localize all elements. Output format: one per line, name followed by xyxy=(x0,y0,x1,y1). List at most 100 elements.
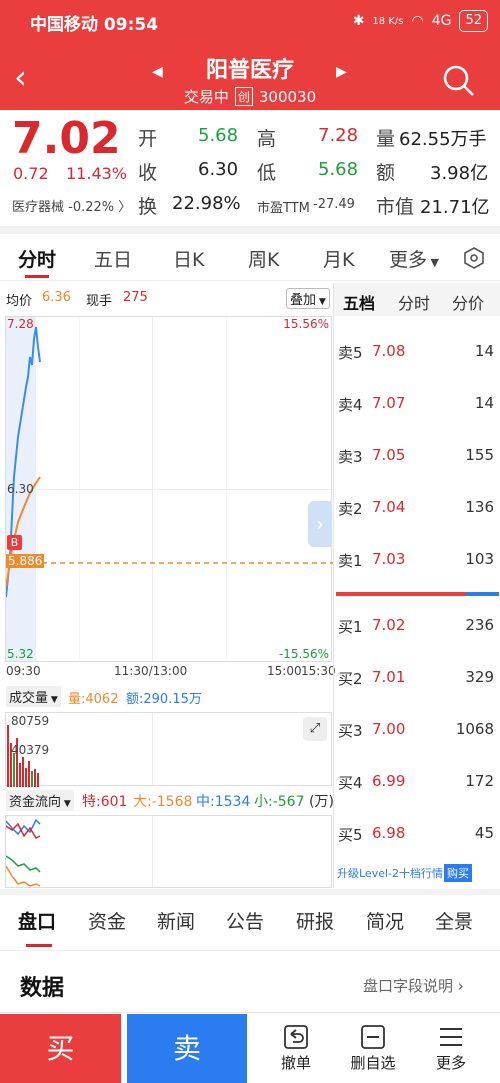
caret-down-icon: ▼ xyxy=(427,256,439,269)
ask-volume: 14 xyxy=(474,394,494,412)
clock: 09:54 xyxy=(103,15,159,35)
tab-news[interactable]: 新闻 xyxy=(157,907,195,934)
volume-selector-label: 成交量 xyxy=(9,691,49,706)
intraday-chart[interactable]: 7.28 6.30 5.32 15.56% -15.56% B 5.886 › xyxy=(5,316,333,662)
tab-more[interactable]: 更多 ▼ xyxy=(389,245,439,272)
pe-label: 市盈TTM xyxy=(257,201,310,216)
high-label: 高 xyxy=(257,128,277,150)
bid-volume: 236 xyxy=(465,616,494,634)
trade-status: 交易中 xyxy=(183,88,229,106)
tab-monthly-k[interactable]: 月K xyxy=(323,245,354,272)
more-label: 更多 xyxy=(389,249,428,271)
bid-row[interactable]: 买5 6.98 45 xyxy=(334,824,494,848)
ask-row[interactable]: 卖5 7.08 14 xyxy=(334,342,494,366)
ask-row[interactable]: 卖4 7.07 14 xyxy=(334,394,494,418)
chevron-right-icon: 〉 xyxy=(118,200,132,215)
buy-button[interactable]: 买 xyxy=(0,1014,121,1083)
buy-level2-button[interactable]: 购买 xyxy=(444,864,472,882)
open-value: 5.68 xyxy=(198,125,239,146)
volume-mid: 40379 xyxy=(11,743,50,757)
level2-upgrade-link[interactable]: 升级Level-2十档行情 xyxy=(337,865,443,881)
price-change: 0.72 xyxy=(13,164,49,183)
hand-value: 275 xyxy=(123,290,148,305)
tab-daily-k[interactable]: 日K xyxy=(173,245,204,272)
caret-down-icon: ▼ xyxy=(61,799,71,809)
bid-price: 6.99 xyxy=(372,772,406,790)
wifi-icon: ◠ xyxy=(411,13,424,29)
tab-overview[interactable]: 全景 xyxy=(435,907,473,934)
signal-label: 4G xyxy=(431,13,452,29)
flow-small: 小:-567 xyxy=(254,794,305,810)
remove-favorite-label: 删自选 xyxy=(350,1054,396,1072)
book-tab-ticks[interactable]: 分时 xyxy=(398,290,430,314)
book-tab-level5[interactable]: 五档 xyxy=(343,290,375,314)
flow-chart[interactable] xyxy=(5,815,332,888)
divider xyxy=(0,1012,500,1013)
carrier-label: 中国移动 xyxy=(30,15,98,35)
bid-volume: 172 xyxy=(465,772,494,790)
tab-5day[interactable]: 五日 xyxy=(94,245,132,272)
tab-order-summary[interactable]: 盘口 xyxy=(18,907,56,934)
stock-subtitle: 交易中 创 300030 xyxy=(150,86,350,107)
mcap-value: 21.71亿 xyxy=(420,197,490,218)
ask-row[interactable]: 卖3 7.05 155 xyxy=(334,446,494,470)
ask-price: 7.08 xyxy=(372,342,406,360)
tab-intraday[interactable]: 分时 xyxy=(18,245,56,272)
divider xyxy=(0,950,500,951)
settings-hexagon-icon[interactable] xyxy=(462,246,486,270)
time-close: 15:00 xyxy=(267,664,302,678)
more-button[interactable]: 更多 xyxy=(410,1014,492,1083)
status-icons: ✱ 18 K/s ◠ 4G 52 xyxy=(353,10,488,32)
high-value: 7.28 xyxy=(318,125,359,146)
undo-icon xyxy=(284,1025,308,1049)
volume-selector[interactable]: 成交量 ▼ xyxy=(6,686,61,707)
book-tab-price-dist[interactable]: 分价 xyxy=(452,290,484,314)
buy-marker: B xyxy=(7,535,22,550)
bid-row[interactable]: 买1 7.02 236 xyxy=(334,616,494,640)
order-book: 五档 分时 分价 卖5 7.08 14 卖4 7.07 14 卖3 7.05 1… xyxy=(333,283,500,888)
search-icon[interactable] xyxy=(442,64,476,98)
sell-button[interactable]: 卖 xyxy=(127,1014,247,1083)
cancel-order-button[interactable]: 撤单 xyxy=(255,1014,337,1083)
caret-down-icon: ▼ xyxy=(48,695,58,705)
ask-volume: 155 xyxy=(465,446,494,464)
current-price: 7.02 xyxy=(12,113,121,164)
bid-label: 买1 xyxy=(338,618,363,636)
pct-axis-bottom: -15.56% xyxy=(278,647,329,661)
minus-box-icon xyxy=(361,1025,385,1049)
sector-text: 医疗器械 -0.22% xyxy=(12,200,115,215)
remove-favorite-button[interactable]: 删自选 xyxy=(332,1014,414,1083)
close-label: 收 xyxy=(138,162,158,184)
fullscreen-icon[interactable]: ⤢ xyxy=(303,717,327,741)
overlay-button[interactable]: 叠加 ▼ xyxy=(286,288,330,309)
menu-icon xyxy=(440,1028,462,1046)
field-help-link[interactable]: 盘口字段说明 › xyxy=(363,975,464,996)
bid-row[interactable]: 买4 6.99 172 xyxy=(334,772,494,796)
tab-profile[interactable]: 简况 xyxy=(366,907,404,934)
ask-price: 7.04 xyxy=(372,498,406,516)
ask-label: 卖4 xyxy=(338,396,363,414)
volume-chart[interactable]: 80759 40379 ⤢ xyxy=(5,712,332,787)
flow-unit: (万) xyxy=(309,794,334,810)
ask-row[interactable]: 卖1 7.03 103 xyxy=(334,550,494,574)
caret-down-icon: ▼ xyxy=(316,297,326,307)
bid-row[interactable]: 买2 7.01 329 xyxy=(334,668,494,692)
tab-weekly-k[interactable]: 周K xyxy=(248,245,279,272)
back-icon[interactable]: ‹ xyxy=(14,60,44,100)
tab-funds[interactable]: 资金 xyxy=(88,907,126,934)
low-label: 低 xyxy=(257,162,277,184)
flow-selector[interactable]: 资金流向 ▼ xyxy=(6,790,74,811)
tab-research[interactable]: 研报 xyxy=(296,907,334,934)
time-end: 15:30 xyxy=(301,664,336,678)
next-stock-icon[interactable]: ▶ xyxy=(336,64,347,80)
tab-announcements[interactable]: 公告 xyxy=(226,907,264,934)
net-speed: 18 K/s xyxy=(372,15,404,27)
amount-label: 额 xyxy=(376,162,396,184)
ask-row[interactable]: 卖2 7.04 136 xyxy=(334,498,494,522)
bottom-tab-indicator xyxy=(26,944,52,947)
expand-panel-icon[interactable]: › xyxy=(308,501,332,547)
bid-row[interactable]: 买3 7.00 1068 xyxy=(334,720,494,744)
time-start: 09:30 xyxy=(6,664,41,678)
sector-link[interactable]: 医疗器械 -0.22% 〉 xyxy=(12,196,131,215)
title-block: 阳普医疗 交易中 创 300030 xyxy=(150,52,350,107)
